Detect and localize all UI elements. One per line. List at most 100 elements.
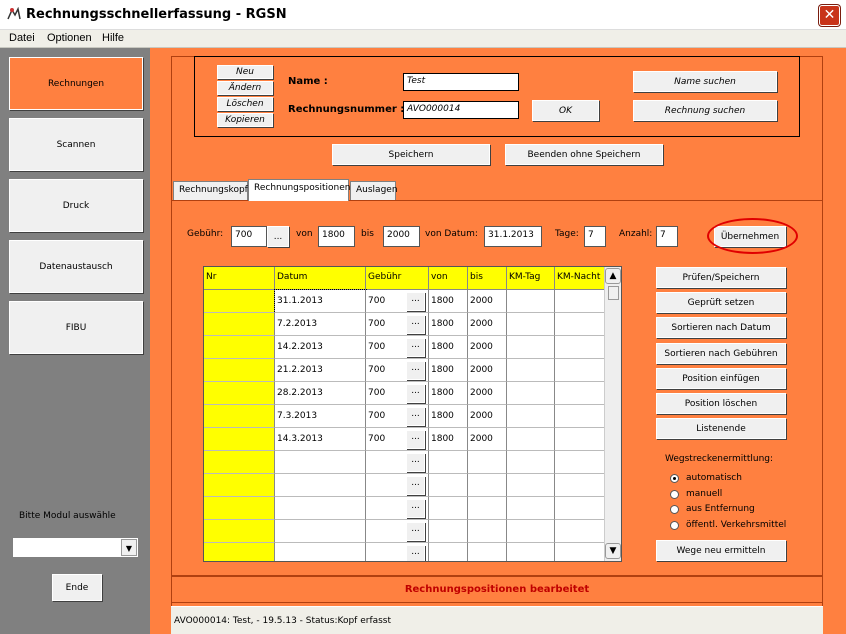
col-header-nr[interactable]: Nr [204,267,275,290]
grid-cell[interactable] [507,313,555,336]
grid-cell[interactable] [555,405,605,428]
grid-cell[interactable] [204,382,275,405]
row-fee-lookup-button[interactable]: ... [406,407,425,426]
grid-cell[interactable]: 7.2.2013 [275,313,366,336]
grid-cell[interactable] [429,543,468,561]
grid-cell[interactable] [555,359,605,382]
sidebar-item-druck[interactable]: Druck [9,179,143,232]
grid-cell[interactable] [555,520,605,543]
new-button[interactable]: Neu [217,65,273,79]
grid-cell[interactable] [507,497,555,520]
grid-cell[interactable] [429,497,468,520]
scroll-down-icon[interactable]: ▼ [605,543,621,559]
scroll-thumb[interactable] [608,286,619,300]
sort-by-fee-button[interactable]: Sortieren nach Gebühren [656,343,786,364]
grid-cell[interactable]: 31.1.2013 [274,289,367,314]
grid-cell[interactable] [555,336,605,359]
grid-cell[interactable]: 2000 [468,290,507,313]
grid-cell[interactable]: 2000 [468,405,507,428]
tab-rechnungspositionen[interactable]: Rechnungspositionen [248,179,350,201]
count-field[interactable]: 7 [656,226,678,247]
end-button[interactable]: Ende [52,574,102,601]
sidebar-item-rechnungen[interactable]: Rechnungen [9,57,143,110]
chevron-down-icon[interactable]: ▼ [121,539,137,556]
grid-cell[interactable] [507,359,555,382]
grid-cell[interactable] [507,474,555,497]
row-fee-lookup-button[interactable]: ... [406,499,425,518]
grid-cell[interactable]: 2000 [468,428,507,451]
grid-cell[interactable] [507,382,555,405]
grid-cell[interactable] [555,497,605,520]
date-field[interactable]: 31.1.2013 [484,226,542,247]
row-fee-lookup-button[interactable]: ... [406,292,425,311]
grid-cell[interactable] [555,313,605,336]
row-fee-lookup-button[interactable]: ... [406,476,425,495]
grid-cell[interactable]: 2000 [468,359,507,382]
sidebar-item-datenaustausch[interactable]: Datenaustausch [9,240,143,293]
grid-cell[interactable]: 2000 [468,313,507,336]
menu-datei[interactable]: Datei [9,32,35,44]
grid-cell[interactable] [468,474,507,497]
row-fee-lookup-button[interactable]: ... [406,384,425,403]
grid-cell[interactable] [275,451,366,474]
close-button[interactable]: ✕ [819,5,840,26]
list-end-button[interactable]: Listenende [656,418,786,439]
grid-cell[interactable] [204,428,275,451]
row-fee-lookup-button[interactable]: ... [406,545,425,561]
grid-cell[interactable] [204,543,275,561]
grid-cell[interactable] [204,497,275,520]
grid-cell[interactable] [275,474,366,497]
route-radio-public[interactable] [670,521,679,530]
grid-cell[interactable] [429,520,468,543]
grid-cell[interactable] [275,543,366,561]
col-header-km-tag[interactable]: KM-Tag [507,267,555,290]
grid-cell[interactable]: 1800 [429,313,468,336]
col-header-km-nacht[interactable]: KM-Nacht [555,267,605,290]
tab-rechnungskopf[interactable]: Rechnungskopf [173,181,248,200]
route-radio-auto[interactable] [670,474,679,483]
grid-cell[interactable] [555,474,605,497]
row-fee-lookup-button[interactable]: ... [406,315,425,334]
grid-cell[interactable] [204,474,275,497]
to-field[interactable]: 2000 [383,226,420,247]
grid-cell[interactable] [555,428,605,451]
exit-without-save-button[interactable]: Beenden ohne Speichern [505,144,663,165]
search-invoice-button[interactable]: Rechnung suchen [633,100,777,121]
delete-button[interactable]: Löschen [217,97,273,111]
insert-position-button[interactable]: Position einfügen [656,368,786,389]
grid-cell[interactable] [429,451,468,474]
grid-cell[interactable] [507,520,555,543]
grid-cell[interactable] [204,451,275,474]
menu-hilfe[interactable]: Hilfe [102,32,124,44]
grid-cell[interactable] [555,451,605,474]
grid-cell[interactable] [204,336,275,359]
grid-cell[interactable] [275,520,366,543]
grid-cell[interactable]: 1800 [429,336,468,359]
row-fee-lookup-button[interactable]: ... [406,453,425,472]
scroll-up-icon[interactable]: ▲ [605,268,621,284]
fee-field[interactable]: 700 [231,226,267,247]
grid-cell[interactable]: 14.2.2013 [275,336,366,359]
row-fee-lookup-button[interactable]: ... [406,522,425,541]
grid-cell[interactable] [507,451,555,474]
grid-cell[interactable]: 1800 [429,428,468,451]
grid-cell[interactable] [507,428,555,451]
edit-button[interactable]: Ändern [217,81,273,95]
grid-cell[interactable]: 2000 [468,336,507,359]
grid-cell[interactable]: 7.3.2013 [275,405,366,428]
name-field[interactable]: Test [403,73,519,91]
col-header-von[interactable]: von [429,267,468,290]
recalc-routes-button[interactable]: Wege neu ermitteln [656,540,786,561]
grid-cell[interactable] [275,497,366,520]
grid-cell[interactable] [507,405,555,428]
row-fee-lookup-button[interactable]: ... [406,338,425,357]
grid-cell[interactable] [468,520,507,543]
grid-scrollbar[interactable]: ▲ ▼ [604,267,621,561]
set-checked-button[interactable]: Geprüft setzen [656,292,786,313]
grid-cell[interactable] [507,336,555,359]
grid-cell[interactable] [555,382,605,405]
grid-cell[interactable]: 14.3.2013 [275,428,366,451]
search-name-button[interactable]: Name suchen [633,71,777,92]
grid-cell[interactable] [555,290,605,313]
grid-cell[interactable]: 1800 [429,405,468,428]
